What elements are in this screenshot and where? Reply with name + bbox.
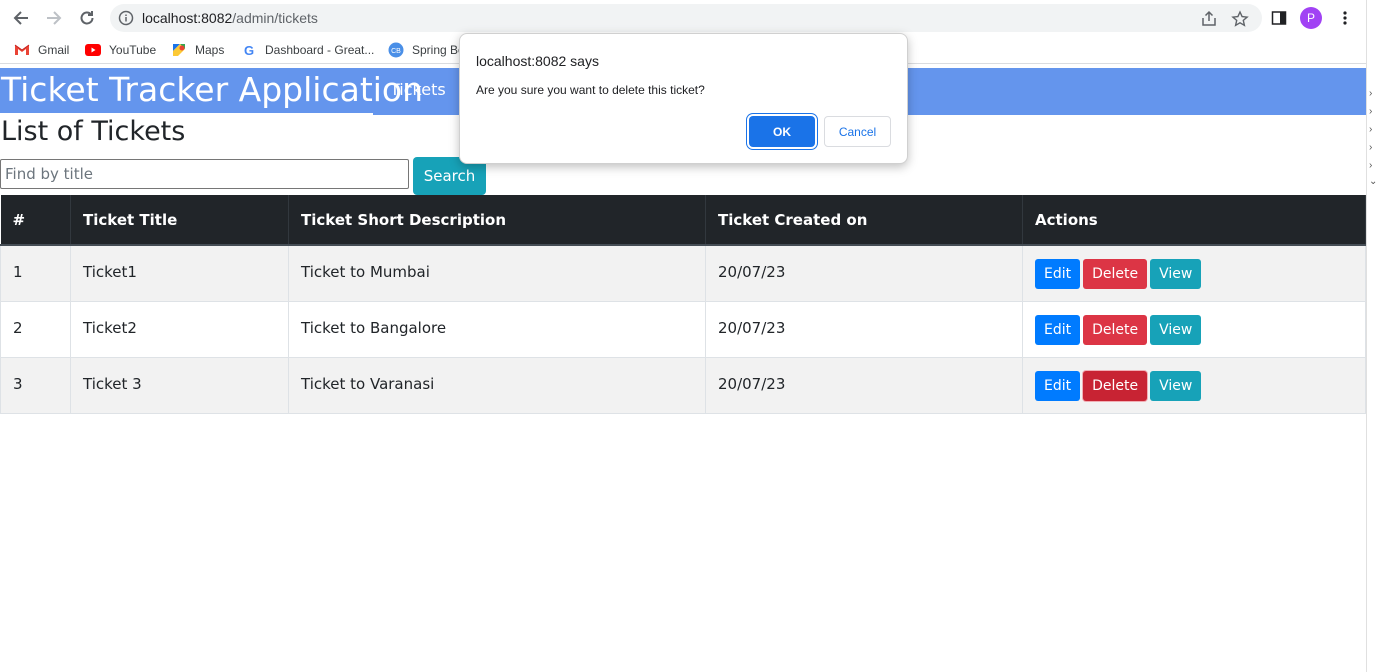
cell-number: 2 [0, 300, 71, 358]
delete-button[interactable]: Delete [1083, 370, 1148, 401]
more-vertical-icon [1343, 11, 1347, 25]
bookmark-label: Gmail [38, 43, 70, 57]
delete-button[interactable]: Delete [1083, 259, 1148, 289]
view-button[interactable]: View [1150, 314, 1202, 345]
view-button[interactable]: View [1150, 370, 1202, 401]
edit-button[interactable]: Edit [1035, 314, 1081, 345]
side-panel-button[interactable] [1267, 6, 1291, 30]
profile-avatar[interactable]: P [1300, 7, 1322, 29]
youtube-icon [85, 42, 101, 58]
back-button[interactable] [9, 6, 33, 30]
bookmark-maps[interactable]: Maps [171, 41, 224, 59]
chevron-right-icon: › [1369, 160, 1373, 171]
chevron-right-icon: › [1369, 124, 1373, 135]
cell-description: Ticket to Mumbai [288, 244, 706, 302]
dialog-ok-button[interactable]: OK [749, 116, 815, 147]
column-header-description: Ticket Short Description [288, 195, 706, 246]
nav-link-tickets[interactable]: Tickets [390, 80, 446, 99]
confirm-dialog: localhost:8082 says Are you sure you wan… [459, 33, 908, 164]
table-row: 3 Ticket 3 Ticket to Varanasi 20/07/23 E… [0, 356, 1366, 414]
bookmark-dashboard[interactable]: G Dashboard - Great... [241, 41, 374, 59]
side-panel-icon [1271, 11, 1287, 25]
bookmark-label: Maps [195, 43, 225, 57]
cell-description: Ticket to Bangalore [288, 300, 706, 358]
google-icon: G [243, 42, 255, 58]
bookmark-spring[interactable]: CB Spring Bo [388, 41, 465, 59]
cell-title: Ticket1 [70, 244, 289, 302]
browser-menu-button[interactable] [1333, 6, 1357, 30]
dialog-title: localhost:8082 says [476, 53, 599, 69]
svg-text:CB: CB [391, 48, 401, 55]
bookmark-youtube[interactable]: YouTube [85, 41, 156, 59]
column-header-number: # [0, 195, 71, 246]
cell-actions: Edit Delete View [1022, 244, 1366, 302]
bookmark-label: Dashboard - Great... [265, 43, 375, 57]
bookmark-star-icon[interactable] [1231, 10, 1249, 28]
reload-button[interactable] [75, 6, 99, 30]
maps-icon [171, 42, 187, 58]
bookmark-gmail[interactable]: Gmail [14, 41, 69, 59]
dialog-message: Are you sure you want to delete this tic… [476, 83, 705, 97]
cb-icon: CB [388, 42, 404, 58]
cell-actions: Edit Delete View [1022, 300, 1366, 358]
delete-button[interactable]: Delete [1083, 314, 1148, 345]
chevron-right-icon: › [1369, 88, 1373, 99]
cell-created: 20/07/23 [705, 244, 1023, 302]
back-arrow-icon [13, 11, 28, 25]
cell-title: Ticket2 [70, 300, 289, 358]
cell-created: 20/07/23 [705, 300, 1023, 358]
tickets-table: # Ticket Title Ticket Short Description … [0, 195, 1366, 414]
column-header-created: Ticket Created on [705, 195, 1023, 246]
dialog-cancel-button[interactable]: Cancel [824, 116, 891, 147]
address-bar[interactable]: localhost:8082/admin/tickets [110, 4, 1262, 32]
table-row: 1 Ticket1 Ticket to Mumbai 20/07/23 Edit… [0, 244, 1366, 302]
table-header-row: # Ticket Title Ticket Short Description … [0, 195, 1366, 246]
url-path: /admin/tickets [232, 10, 318, 26]
share-icon[interactable] [1200, 10, 1218, 28]
page-title: List of Tickets [1, 116, 186, 147]
app-brand[interactable]: Ticket Tracker Application [0, 68, 423, 115]
forward-arrow-icon [47, 11, 62, 25]
browser-toolbar: localhost:8082/admin/tickets P [0, 0, 1366, 36]
cell-number: 1 [0, 244, 71, 302]
cell-number: 3 [0, 356, 71, 414]
edit-button[interactable]: Edit [1035, 370, 1081, 401]
side-strip: › › › › › ⌄ [1366, 0, 1380, 672]
view-button[interactable]: View [1150, 259, 1202, 289]
edit-button[interactable]: Edit [1035, 259, 1081, 289]
url-host: localhost:8082 [142, 10, 233, 26]
chevron-right-icon: › [1369, 142, 1373, 153]
site-info-icon[interactable] [118, 10, 134, 31]
forward-button[interactable] [42, 6, 66, 30]
cell-description: Ticket to Varanasi [288, 356, 706, 414]
table-row: 2 Ticket2 Ticket to Bangalore 20/07/23 E… [0, 300, 1366, 358]
column-header-actions: Actions [1022, 195, 1366, 246]
bookmark-label: Spring Bo [412, 43, 465, 57]
chevron-down-icon: ⌄ [1369, 176, 1378, 187]
cell-created: 20/07/23 [705, 356, 1023, 414]
bookmark-label: YouTube [109, 43, 157, 57]
url-text: localhost:8082/admin/tickets [142, 10, 318, 26]
chevron-right-icon: › [1369, 106, 1373, 117]
cell-actions: Edit Delete View [1022, 356, 1366, 414]
column-header-title: Ticket Title [70, 195, 289, 246]
cell-title: Ticket 3 [70, 356, 289, 414]
search-input[interactable] [0, 159, 409, 189]
gmail-icon [14, 42, 30, 58]
reload-icon [80, 11, 94, 25]
